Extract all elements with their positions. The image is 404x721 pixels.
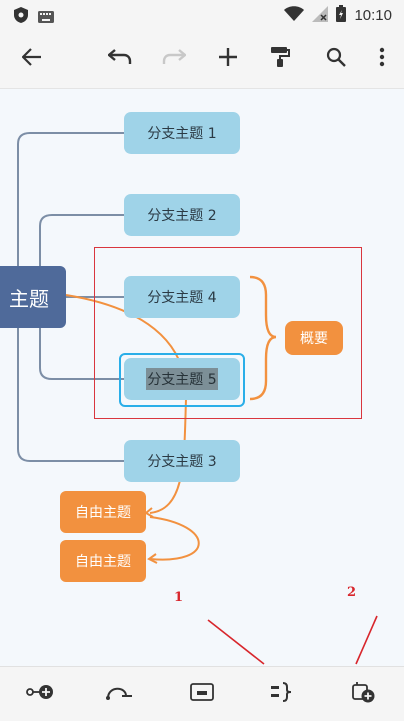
relationship-icon: [26, 684, 54, 704]
boundary-button[interactable]: [104, 679, 136, 709]
no-signal-icon: [312, 5, 329, 26]
annotation-label-2: 2: [347, 585, 357, 600]
floating-topic-button[interactable]: [348, 679, 380, 709]
branch-topic-label: 分支主题 2: [147, 208, 217, 224]
undo-icon: [107, 49, 132, 69]
battery-icon: [336, 5, 347, 26]
branch-topic-label: 分支主题 3: [147, 454, 217, 470]
back-icon: [21, 48, 42, 70]
more-button[interactable]: [366, 43, 398, 75]
status-time: 10:10: [354, 7, 392, 24]
shield-icon: [14, 7, 28, 27]
format-painter-button[interactable]: [264, 43, 296, 75]
summary-button[interactable]: [266, 679, 298, 709]
summary-icon: [270, 682, 294, 706]
boundary-icon: [106, 684, 134, 704]
free-topic-label: 自由主题: [75, 554, 131, 570]
status-bar: 10:10: [0, 0, 404, 30]
search-icon: [326, 47, 346, 71]
keyboard-icon: [38, 8, 54, 27]
branch-topic-1[interactable]: 分支主题 1: [124, 112, 240, 154]
callout-icon: [190, 683, 214, 705]
back-button[interactable]: [16, 43, 48, 75]
relationship-button[interactable]: [24, 679, 56, 709]
branch-topic-3[interactable]: 分支主题 3: [124, 440, 240, 482]
callout-button[interactable]: [186, 679, 218, 709]
add-topic-button[interactable]: [212, 43, 244, 75]
undo-button[interactable]: [104, 43, 136, 75]
free-topic-1[interactable]: 自由主题: [60, 491, 146, 533]
bottom-toolbar: [0, 666, 404, 721]
central-topic[interactable]: 主题: [0, 266, 66, 328]
floating-topic-icon: [352, 681, 376, 707]
format-painter-icon: [270, 46, 290, 72]
more-icon: [379, 47, 385, 71]
central-topic-label: 主题: [9, 286, 49, 311]
wifi-icon: [284, 5, 305, 26]
branch-topic-2[interactable]: 分支主题 2: [124, 194, 240, 236]
branch-topic-label: 分支主题 1: [147, 126, 217, 142]
free-topic-2[interactable]: 自由主题: [60, 540, 146, 582]
free-topic-label: 自由主题: [75, 505, 131, 521]
search-button[interactable]: [320, 43, 352, 75]
add-icon: [218, 47, 238, 71]
highlight-box: [94, 247, 362, 419]
annotation-label-1: 1: [174, 590, 184, 605]
redo-icon: [162, 49, 187, 69]
mindmap-canvas[interactable]: 主题 分支主题 1 分支主题 2 分支主题 4 分支主题 5 分支主题 3 概要…: [0, 89, 404, 666]
redo-button[interactable]: [158, 43, 190, 75]
top-toolbar: [0, 30, 404, 89]
